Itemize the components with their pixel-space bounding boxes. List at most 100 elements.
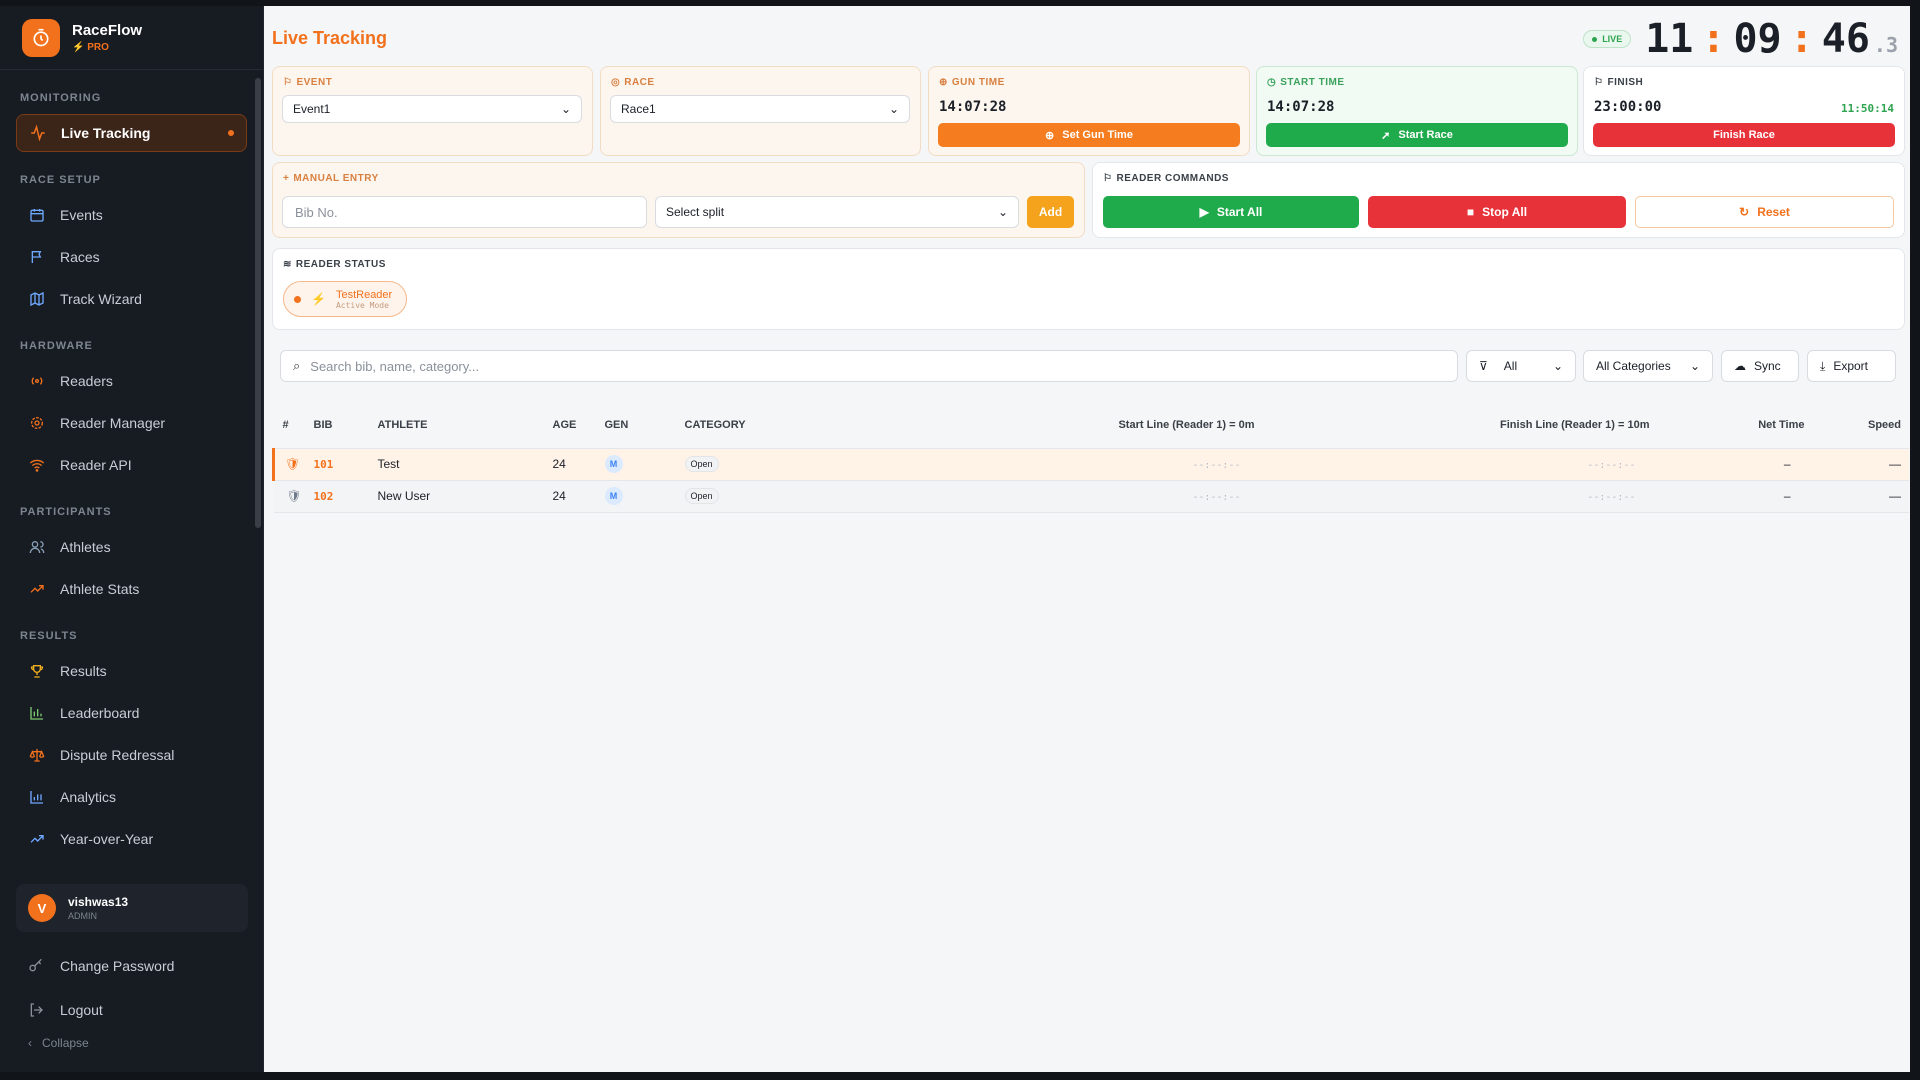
activity-icon	[29, 124, 47, 142]
stopwatch-icon	[22, 18, 60, 57]
search-icon: ⌕	[293, 358, 301, 373]
race-label: ◎ RACE	[611, 77, 655, 88]
sidebar-item-label: Reader Manager	[60, 415, 166, 431]
col-finish-line: Finish Line (Reader 1) = 10m	[1254, 402, 1650, 449]
sidebar-item-dispute-redressal[interactable]: Dispute Redressal	[16, 736, 247, 774]
live-clock: LIVE 11:09:46.3	[1583, 16, 1898, 62]
row-start-time: --:--:--	[1192, 460, 1241, 471]
sidebar-item-label: Reader API	[60, 457, 132, 473]
rocket-icon: ➚	[1381, 129, 1391, 142]
set-gun-time-button[interactable]: ⊕ Set Gun Time	[938, 123, 1240, 147]
gear-icon	[28, 414, 46, 432]
sidebar-item-track-wizard[interactable]: Track Wizard	[16, 280, 247, 318]
sidebar-item-analytics[interactable]: Analytics	[16, 778, 247, 816]
user-role: ADMIN	[68, 911, 97, 921]
start-all-button[interactable]: ▶ Start All	[1103, 196, 1359, 228]
sidebar-item-reader-api[interactable]: Reader API	[16, 446, 247, 484]
filter-icon: ⊽	[1479, 359, 1488, 373]
stop-all-button[interactable]: ■ Stop All	[1368, 196, 1626, 228]
status-dot	[294, 295, 301, 303]
sidebar-item-results[interactable]: Results	[16, 652, 247, 690]
section-title-monitoring: MONITORING	[20, 92, 102, 104]
reader-status-label: ≋ READER STATUS	[283, 259, 386, 270]
sidebar-scrollbar[interactable]	[255, 78, 261, 528]
sidebar-item-readers[interactable]: Readers	[16, 362, 247, 400]
logout-icon	[28, 1002, 46, 1018]
status-filter[interactable]: ⊽ All ⌄	[1466, 350, 1576, 382]
event-select[interactable]: Event1 ⌄	[282, 95, 582, 123]
col-bib: BIB	[313, 402, 378, 449]
logout-button[interactable]: Logout	[16, 992, 248, 1028]
table-header-row: # BIB ATHLETE AGE GEN CATEGORY Start Lin…	[273, 402, 1909, 449]
row-net-time: –	[1649, 480, 1805, 513]
user-profile[interactable]: V vishwas13 ADMIN	[16, 884, 248, 932]
sidebar-item-year-over-year[interactable]: Year-over-Year	[16, 820, 247, 858]
live-badge: LIVE	[1583, 30, 1632, 48]
play-icon: ▶	[1199, 205, 1209, 219]
sidebar-item-label: Leaderboard	[60, 705, 140, 721]
sidebar-item-leaderboard[interactable]: Leaderboard	[16, 694, 247, 732]
event-label: ⚐ EVENT	[283, 77, 333, 88]
tracking-table: # BIB ATHLETE AGE GEN CATEGORY Start Lin…	[272, 402, 1909, 513]
sidebar-item-live-tracking[interactable]: Live Tracking	[16, 114, 247, 152]
reset-button[interactable]: ↻ Reset	[1635, 196, 1894, 228]
brand-name: RaceFlow	[72, 22, 143, 39]
race-select[interactable]: Race1 ⌄	[610, 95, 910, 123]
col-index: #	[273, 402, 314, 449]
sidebar-item-athlete-stats[interactable]: Athlete Stats	[16, 570, 247, 608]
reader-pill[interactable]: ⚡ TestReader Active Mode	[283, 281, 408, 317]
col-net-time: Net Time	[1649, 402, 1805, 449]
collapse-button[interactable]: ‹ Collapse	[28, 1036, 89, 1050]
gender-badge: M	[604, 455, 623, 473]
finish-elapsed: 11:50:14	[1841, 102, 1894, 115]
search-input[interactable]: ⌕ Search bib, name, category...	[280, 350, 1458, 382]
crosshair-icon: ⊕	[939, 77, 948, 88]
col-age: AGE	[552, 402, 605, 449]
sidebar-item-athletes[interactable]: Athletes	[16, 528, 247, 566]
row-start-time: --:--:--	[1192, 492, 1241, 503]
flag-icon: ⚐	[1103, 173, 1113, 184]
sync-button[interactable]: ☁ Sync	[1721, 350, 1799, 382]
col-gen: GEN	[604, 402, 685, 449]
section-title-participants: PARTICIPANTS	[20, 506, 112, 518]
change-password-button[interactable]: Change Password	[16, 948, 248, 984]
sidebar-item-label: Dispute Redressal	[60, 747, 175, 763]
bar-chart-icon	[28, 704, 46, 722]
add-button[interactable]: Add	[1027, 196, 1074, 228]
medal-icon: 🛡	[272, 448, 314, 481]
flag-icon	[28, 248, 46, 266]
col-start-line: Start Line (Reader 1) = 0m	[904, 402, 1255, 449]
row-athlete: New User	[377, 480, 553, 513]
map-icon	[28, 290, 46, 308]
sidebar-item-races[interactable]: Races	[16, 238, 247, 276]
toolbar: ⌕ Search bib, name, category... ⊽ All ⌄ All…	[272, 340, 1905, 392]
category-filter[interactable]: All Categories ⌄	[1583, 350, 1713, 382]
refresh-icon: ↻	[1739, 205, 1750, 219]
gun-time-label: ⊕ GUN TIME	[939, 77, 1005, 88]
reader-status-card: ≋ READER STATUS ⚡ TestReader Active Mode	[272, 248, 1905, 330]
page-title: Live Tracking	[272, 28, 388, 48]
category-badge: Open	[684, 456, 719, 472]
chevron-down-icon: ⌄	[1552, 359, 1563, 373]
table-row[interactable]: 🛡 102 New User 24 M Open --:--:-- --:--:…	[273, 480, 1909, 513]
table-row[interactable]: 🛡 101 Test 24 M Open --:--:-- --:--:-- –…	[272, 448, 1909, 481]
start-race-button[interactable]: ➚ Start Race	[1266, 123, 1568, 147]
finish-race-button[interactable]: Finish Race	[1593, 123, 1895, 147]
chevron-down-icon: ⌄	[560, 102, 571, 116]
crosshair-icon: ⊕	[1045, 129, 1055, 142]
split-select[interactable]: Select split ⌄	[655, 196, 1019, 228]
finish-time-value: 23:00:00	[1594, 99, 1662, 115]
clock-ms: .3	[1873, 33, 1898, 57]
clock-minutes: 09	[1733, 16, 1782, 62]
bib-input[interactable]: Bib No.	[282, 196, 647, 228]
key-icon	[28, 958, 46, 974]
sidebar-item-events[interactable]: Events	[16, 196, 247, 234]
trending-icon	[28, 580, 46, 598]
trophy-icon	[28, 662, 46, 680]
event-card: ⚐ EVENT Event1 ⌄	[272, 66, 593, 156]
sidebar-item-reader-manager[interactable]: Reader Manager	[16, 404, 247, 442]
row-speed: —	[1804, 480, 1909, 513]
col-speed: Speed	[1804, 402, 1909, 449]
row-athlete: Test	[377, 448, 553, 481]
export-button[interactable]: ⤓ Export	[1807, 350, 1896, 382]
